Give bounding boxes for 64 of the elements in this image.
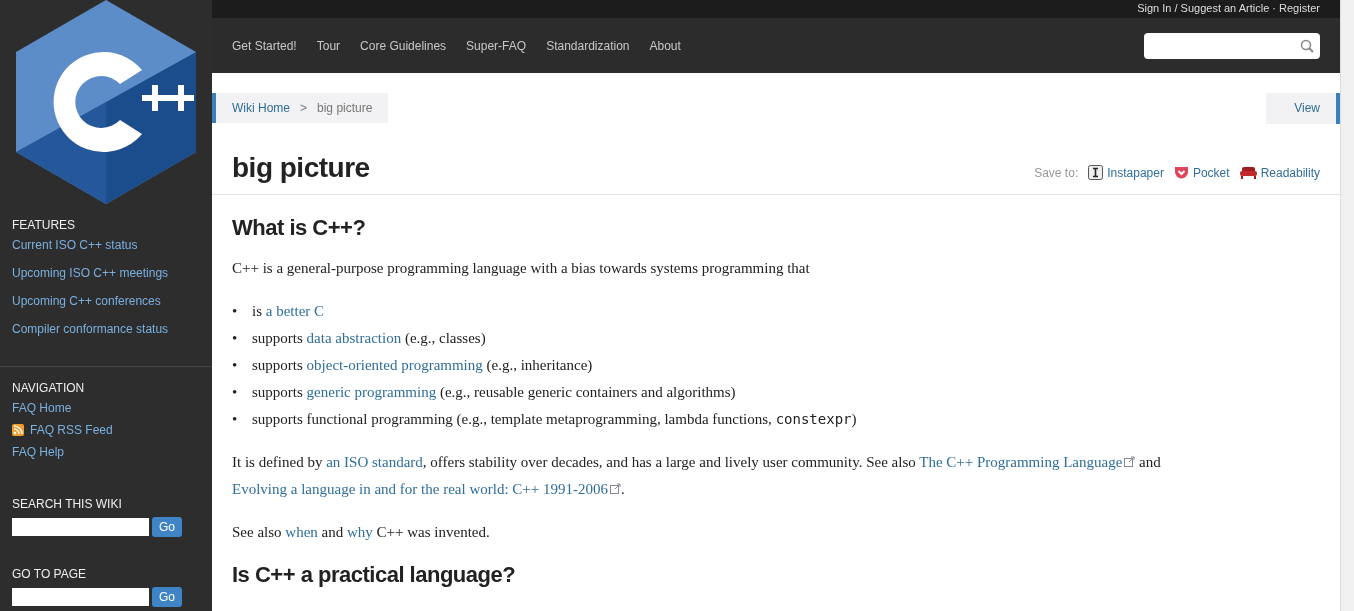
go-button[interactable]: Go <box>152 517 182 537</box>
bullet: • <box>232 329 239 348</box>
save-service-link[interactable]: Instapaper <box>1088 165 1164 180</box>
armchair-icon <box>1239 166 1257 179</box>
search-icon <box>1300 38 1314 53</box>
sidebar-link[interactable]: Upcoming C++ conferences <box>12 294 200 308</box>
list-item: supports functional programming (e.g., template metaprogramming, lambda functions, constexpr) <box>252 410 857 429</box>
sidebar-heading: GO TO PAGE <box>12 567 88 581</box>
section-heading: Is C++ a practical language? <box>232 562 517 588</box>
bullet: • <box>232 410 239 429</box>
sidebar-link[interactable]: Compiler conformance status <box>12 322 200 336</box>
nav-link[interactable]: Get Started! <box>222 38 307 53</box>
list-item: is a better C <box>252 302 325 321</box>
letter-i-tile-icon <box>1088 165 1104 180</box>
list-item: supports data abstraction (e.g., classes) <box>252 329 486 348</box>
breadcrumb-separator: > <box>300 101 308 115</box>
sidebar-link[interactable]: FAQ RSS Feed <box>12 423 200 437</box>
text-link[interactable]: when <box>285 524 318 540</box>
text-link[interactable]: a better C <box>265 303 325 319</box>
nav-link[interactable]: Standardization <box>536 38 640 53</box>
paragraph: It is defined by an ISO standard, offers stability over decades, and has a large and lively user community. See also The C++ Programming Language and Evolving a language in and for the real world: C++ 1991-2006 . <box>232 453 1162 499</box>
search-input[interactable] <box>12 518 149 536</box>
bullet: • <box>232 383 239 402</box>
paragraph: C++ is a general-purpose programming language with a bias towards systems programming that <box>232 259 811 278</box>
search-field[interactable] <box>1144 32 1320 59</box>
text-link[interactable]: generic programming <box>306 384 437 400</box>
breadcrumb-link[interactable]: Wiki Home <box>232 101 290 115</box>
external-link-icon <box>1124 456 1136 467</box>
pocket-icon <box>1173 165 1189 180</box>
page-title: big picture <box>232 152 370 184</box>
text-link[interactable]: object-oriented programming <box>306 357 483 373</box>
text-link[interactable]: an ISO standard <box>326 454 423 470</box>
nav-link[interactable]: Tour <box>306 38 351 53</box>
nav-link[interactable]: About <box>639 38 691 53</box>
sidebar-link[interactable]: Current ISO C++ status <box>12 238 200 252</box>
save-to-label: Save to: <box>1034 165 1079 180</box>
save-service-link[interactable]: Readability <box>1239 165 1320 180</box>
bullet: • <box>232 302 239 321</box>
breadcrumb-current: big picture <box>317 101 373 115</box>
sidebar-link[interactable]: FAQ Home <box>12 401 200 415</box>
sidebar-link[interactable]: Upcoming ISO C++ meetings <box>12 266 200 280</box>
search-input[interactable] <box>12 588 149 606</box>
sidebar-heading: NAVIGATION <box>12 381 86 395</box>
bullet: • <box>232 356 239 375</box>
go-button[interactable]: Go <box>152 587 182 607</box>
nav-link[interactable]: Super-FAQ <box>456 38 537 53</box>
external-link-icon <box>610 483 621 494</box>
section-heading: What is C++? <box>232 215 367 241</box>
sidebar-heading: FEATURES <box>12 218 77 232</box>
account-links[interactable]: Sign In / Suggest an Article · Register <box>1137 2 1320 15</box>
text-link[interactable]: data abstraction <box>306 330 402 346</box>
list-item: supports generic programming (e.g., reusable generic containers and algorithms) <box>252 383 736 402</box>
external-link[interactable]: Evolving a language in and for the real world: C++ 1991-2006 <box>232 481 621 497</box>
scrollbar[interactable] <box>1340 0 1354 611</box>
save-service-link[interactable]: Pocket <box>1173 165 1230 180</box>
list-item: supports object-oriented programming (e.g., inheritance) <box>252 356 593 375</box>
nav-link[interactable]: Core Guidelines <box>350 38 457 53</box>
text-link[interactable]: why <box>347 524 373 540</box>
paragraph: See also when and why C++ was invented. <box>232 523 491 542</box>
sidebar-link[interactable]: FAQ Help <box>12 445 200 459</box>
rss-icon <box>12 424 24 436</box>
external-link[interactable]: The C++ Programming Language <box>919 454 1136 470</box>
sidebar-heading: SEARCH THIS WIKI <box>12 497 123 511</box>
view-button[interactable]: View <box>1266 93 1340 124</box>
